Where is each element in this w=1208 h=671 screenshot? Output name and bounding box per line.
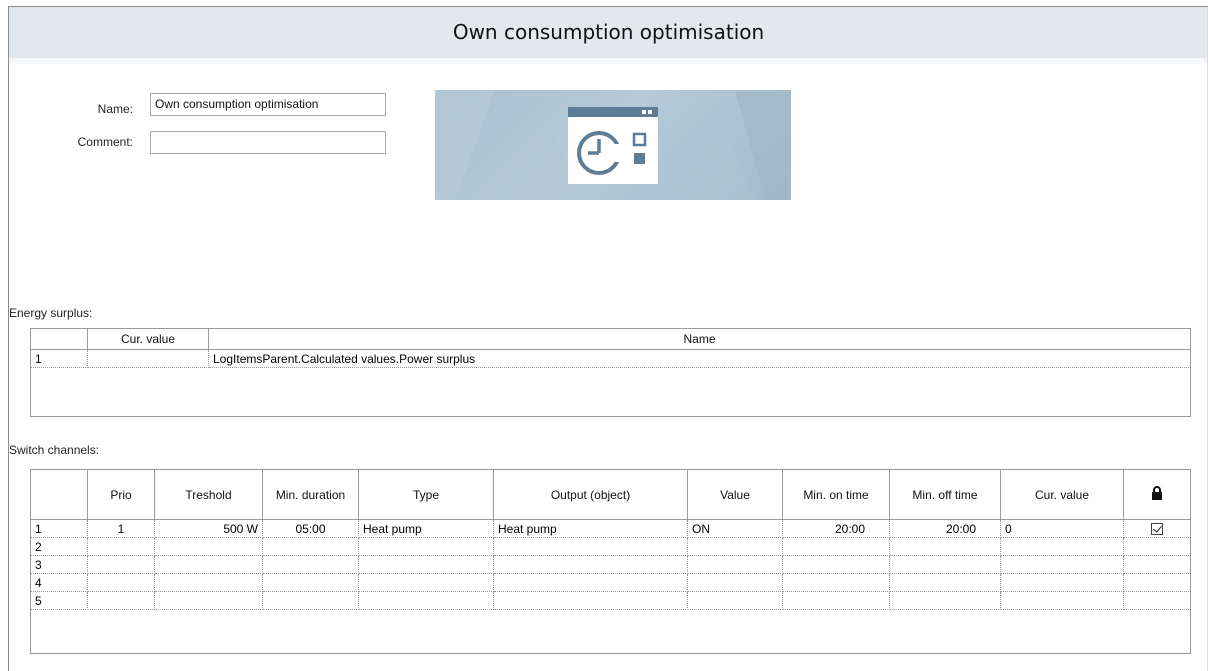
cur-value-cell[interactable] — [1000, 573, 1124, 592]
min-on-time-cell[interactable] — [782, 591, 890, 610]
output-cell[interactable] — [493, 555, 688, 574]
value-cell[interactable]: ON — [687, 519, 783, 538]
row-index[interactable]: 2 — [30, 537, 88, 556]
threshold-cell[interactable] — [154, 591, 263, 610]
column-header-type[interactable]: Type — [358, 469, 494, 520]
cur-value-cell[interactable]: 0 — [1000, 519, 1124, 538]
column-header-prio[interactable]: Prio — [87, 469, 155, 520]
cur-value-cell[interactable] — [87, 349, 209, 368]
output-cell[interactable]: Heat pump — [493, 519, 688, 538]
row-index[interactable]: 1 — [30, 349, 88, 368]
switch-channels-header-row: Prio Treshold Min. duration Type Output … — [30, 469, 1191, 520]
min-off-time-cell[interactable] — [889, 573, 1001, 592]
table-row[interactable]: 1 LogItemsParent.Calculated values.Power… — [30, 349, 1191, 368]
prio-cell[interactable] — [87, 591, 155, 610]
cur-value-cell[interactable] — [1000, 591, 1124, 610]
cur-value-cell[interactable] — [1000, 555, 1124, 574]
column-header-threshold[interactable]: Treshold — [154, 469, 263, 520]
column-header-value[interactable]: Value — [687, 469, 783, 520]
threshold-cell[interactable] — [154, 537, 263, 556]
comment-label: Comment: — [77, 135, 133, 149]
column-header-min-duration[interactable]: Min. duration — [262, 469, 359, 520]
lock-icon — [1152, 486, 1162, 500]
lock-checkbox[interactable] — [1151, 523, 1163, 536]
threshold-cell[interactable] — [154, 555, 263, 574]
lock-cell[interactable] — [1123, 555, 1191, 574]
type-cell[interactable] — [358, 573, 494, 592]
column-header-min-on-time[interactable]: Min. on time — [782, 469, 890, 520]
column-header-index — [30, 469, 88, 520]
column-header-output[interactable]: Output (object) — [493, 469, 688, 520]
output-cell[interactable] — [493, 573, 688, 592]
window-title: Own consumption optimisation — [452, 20, 765, 44]
min-off-time-cell[interactable]: 20:00 — [889, 519, 1001, 538]
value-cell[interactable] — [687, 537, 783, 556]
value-cell[interactable] — [687, 573, 783, 592]
min-duration-cell[interactable] — [262, 537, 359, 556]
min-duration-cell[interactable] — [262, 573, 359, 592]
type-cell[interactable] — [358, 591, 494, 610]
table-row[interactable]: 5 — [30, 591, 1191, 610]
table-row[interactable]: 4 — [30, 573, 1191, 592]
lock-cell[interactable] — [1123, 591, 1191, 610]
title-separator — [9, 58, 1208, 64]
column-header-lock[interactable] — [1123, 469, 1191, 520]
min-off-time-cell[interactable] — [889, 537, 1001, 556]
table-row[interactable]: 1 1 500 W 05:00 Heat pump Heat pump ON 20:00 20:… — [30, 519, 1191, 538]
row-index[interactable]: 4 — [30, 573, 88, 592]
prio-cell[interactable]: 1 — [87, 519, 155, 538]
type-cell[interactable] — [358, 555, 494, 574]
energy-surplus-table: Cur. value Name 1 LogItemsParent.Calcula… — [30, 328, 1191, 368]
min-duration-cell[interactable] — [262, 555, 359, 574]
table-row[interactable]: 3 — [30, 555, 1191, 574]
threshold-cell[interactable] — [154, 573, 263, 592]
row-index[interactable]: 3 — [30, 555, 88, 574]
min-on-time-cell[interactable] — [782, 573, 890, 592]
output-cell[interactable] — [493, 537, 688, 556]
lock-cell[interactable] — [1123, 519, 1191, 538]
clock-window-icon — [568, 107, 658, 184]
name-field[interactable]: Own consumption optimisation — [150, 93, 386, 116]
row-index[interactable]: 1 — [30, 519, 88, 538]
module-banner — [435, 90, 791, 200]
min-off-time-cell[interactable] — [889, 591, 1001, 610]
prio-cell[interactable] — [87, 555, 155, 574]
column-header-min-off-time[interactable]: Min. off time — [889, 469, 1001, 520]
name-label: Name: — [97, 102, 133, 116]
min-on-time-cell[interactable] — [782, 555, 890, 574]
lock-cell[interactable] — [1123, 573, 1191, 592]
type-cell[interactable]: Heat pump — [358, 519, 494, 538]
prio-cell[interactable] — [87, 537, 155, 556]
comment-field[interactable] — [150, 131, 386, 154]
column-header-index — [30, 328, 88, 350]
name-cell[interactable]: LogItemsParent.Calculated values.Power s… — [208, 349, 1191, 368]
min-on-time-cell[interactable]: 20:00 — [782, 519, 890, 538]
value-cell[interactable] — [687, 591, 783, 610]
value-cell[interactable] — [687, 555, 783, 574]
min-duration-cell[interactable]: 05:00 — [262, 519, 359, 538]
switch-channels-table: Prio Treshold Min. duration Type Output … — [30, 469, 1191, 610]
switch-channels-label: Switch channels: — [9, 443, 100, 457]
column-header-name[interactable]: Name — [208, 328, 1191, 350]
output-cell[interactable] — [493, 591, 688, 610]
min-on-time-cell[interactable] — [782, 537, 890, 556]
row-index[interactable]: 5 — [30, 591, 88, 610]
dialog-frame: Own consumption optimisation Name: Own c… — [8, 6, 1208, 671]
title-bar: Own consumption optimisation — [9, 7, 1208, 59]
threshold-cell[interactable]: 500 W — [154, 519, 263, 538]
type-cell[interactable] — [358, 537, 494, 556]
min-duration-cell[interactable] — [262, 591, 359, 610]
cur-value-cell[interactable] — [1000, 537, 1124, 556]
energy-surplus-header-row: Cur. value Name — [30, 328, 1191, 350]
prio-cell[interactable] — [87, 573, 155, 592]
min-off-time-cell[interactable] — [889, 555, 1001, 574]
column-header-cur-value[interactable]: Cur. value — [87, 328, 209, 350]
table-row[interactable]: 2 — [30, 537, 1191, 556]
energy-surplus-label: Energy surplus: — [9, 306, 93, 320]
lock-cell[interactable] — [1123, 537, 1191, 556]
column-header-cur-value[interactable]: Cur. value — [1000, 469, 1124, 520]
